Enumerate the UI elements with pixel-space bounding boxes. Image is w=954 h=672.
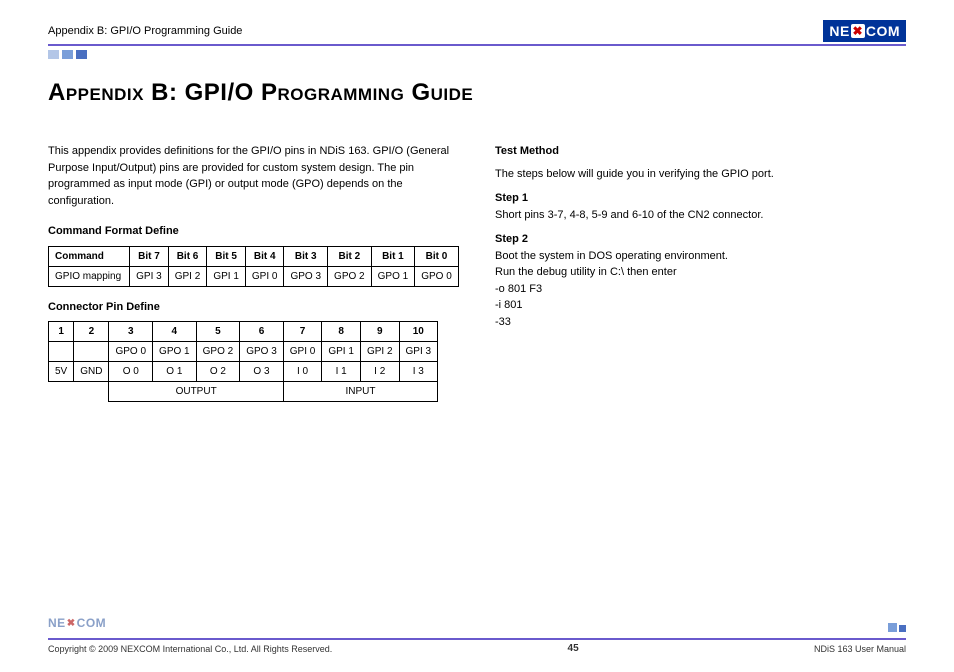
- step2-l4: -i 801: [495, 297, 906, 314]
- cmd-r5: GPO 3: [284, 266, 328, 286]
- step2-l2: Run the debug utility in C:\ then enter: [495, 264, 906, 281]
- cmd-h4: Bit 4: [245, 246, 284, 266]
- page-title: Appendix B: GPI/O Programming Guide: [48, 79, 906, 107]
- decorative-squares: [48, 50, 906, 59]
- cn-r1-3: GPO 1: [153, 342, 197, 362]
- cmd-h8: Bit 0: [415, 246, 459, 266]
- page-number: 45: [568, 643, 579, 654]
- test-method-heading: Test Method: [495, 143, 906, 160]
- cn-r2-7: I 1: [322, 362, 361, 382]
- logo: NE✖COM: [823, 20, 906, 42]
- flogo-x-icon: ✖: [66, 618, 77, 629]
- cn-r1-9: GPI 3: [399, 342, 438, 362]
- cn-h9: 10: [399, 322, 438, 342]
- step1-label: Step 1: [495, 190, 906, 207]
- cn-r1-5: GPO 3: [240, 342, 284, 362]
- cn-r2-0: 5V: [49, 362, 74, 382]
- cn-r1-4: GPO 2: [196, 342, 240, 362]
- logo-left: NE: [829, 23, 849, 39]
- cn-r2-8: I 2: [360, 362, 399, 382]
- cn-r2-6: I 0: [283, 362, 322, 382]
- cmd-r8: GPO 0: [415, 266, 459, 286]
- cn-r2-3: O 1: [153, 362, 197, 382]
- header-section: Appendix B: GPI/O Programming Guide: [48, 25, 242, 37]
- cn-h6: 7: [283, 322, 322, 342]
- cn-in: INPUT: [283, 382, 437, 402]
- cmd-r0: GPIO mapping: [49, 266, 130, 286]
- cn-r2-9: I 3: [399, 362, 438, 382]
- footer: NE✖COM Copyright © 2009 NEXCOM Internati…: [48, 616, 906, 654]
- cn-r1-6: GPI 0: [283, 342, 322, 362]
- step2-l5: -33: [495, 314, 906, 331]
- cn-r2-1: GND: [74, 362, 109, 382]
- command-table: Command Bit 7 Bit 6 Bit 5 Bit 4 Bit 3 Bi…: [48, 246, 459, 287]
- cmd-r1: GPI 3: [130, 266, 169, 286]
- cn-r2-4: O 2: [196, 362, 240, 382]
- cmd-r6: GPO 2: [328, 266, 372, 286]
- logo-x-icon: ✖: [851, 24, 865, 38]
- manual-name: NDiS 163 User Manual: [814, 644, 906, 654]
- cn-h1: 2: [74, 322, 109, 342]
- copyright: Copyright © 2009 NEXCOM International Co…: [48, 644, 332, 654]
- cn-r2-2: O 0: [109, 362, 153, 382]
- cmd-r7: GPO 1: [371, 266, 415, 286]
- cmd-h7: Bit 1: [371, 246, 415, 266]
- cn-r1-7: GPI 1: [322, 342, 361, 362]
- cn-out: OUTPUT: [109, 382, 283, 402]
- cmd-h1: Bit 7: [130, 246, 169, 266]
- cn-h4: 5: [196, 322, 240, 342]
- cmd-h5: Bit 3: [284, 246, 328, 266]
- cmd-r3: GPI 1: [207, 266, 246, 286]
- cn-r1-2: GPO 0: [109, 342, 153, 362]
- cn-r2-5: O 3: [240, 362, 284, 382]
- cmd-h2: Bit 6: [168, 246, 207, 266]
- cn-h3: 4: [153, 322, 197, 342]
- step2-l3: -o 801 F3: [495, 281, 906, 298]
- footer-logo: NE✖COM: [48, 616, 106, 630]
- cmd-h0: Command: [49, 246, 130, 266]
- cn-h8: 9: [360, 322, 399, 342]
- logo-right: COM: [866, 23, 900, 39]
- cn-h0: 1: [49, 322, 74, 342]
- cmd-h6: Bit 2: [328, 246, 372, 266]
- cn-h5: 6: [240, 322, 284, 342]
- step1-text: Short pins 3-7, 4-8, 5-9 and 6-10 of the…: [495, 207, 906, 224]
- top-rule: [48, 44, 906, 46]
- cmd-r2: GPI 2: [168, 266, 207, 286]
- connector-table: 1 2 3 4 5 6 7 8 9 10 GPO 0 GPO 1 GPO 2: [48, 321, 438, 402]
- footer-rule: [48, 638, 906, 640]
- cn-r1-0: [49, 342, 74, 362]
- flogo-r: COM: [77, 616, 107, 630]
- test-intro: The steps below will guide you in verify…: [495, 166, 906, 183]
- flogo-l: NE: [48, 616, 66, 630]
- footer-squares: [888, 623, 906, 632]
- step2-label: Step 2: [495, 231, 906, 248]
- cmd-h3: Bit 5: [207, 246, 246, 266]
- cn-h7: 8: [322, 322, 361, 342]
- conn-heading: Connector Pin Define: [48, 299, 459, 316]
- step2-l1: Boot the system in DOS operating environ…: [495, 248, 906, 265]
- cn-r1-1: [74, 342, 109, 362]
- cmd-heading: Command Format Define: [48, 223, 459, 240]
- right-column: Test Method The steps below will guide y…: [495, 143, 906, 412]
- cn-h2: 3: [109, 322, 153, 342]
- cmd-r4: GPI 0: [245, 266, 284, 286]
- intro-text: This appendix provides definitions for t…: [48, 143, 459, 209]
- left-column: This appendix provides definitions for t…: [48, 143, 459, 412]
- cn-r1-8: GPI 2: [360, 342, 399, 362]
